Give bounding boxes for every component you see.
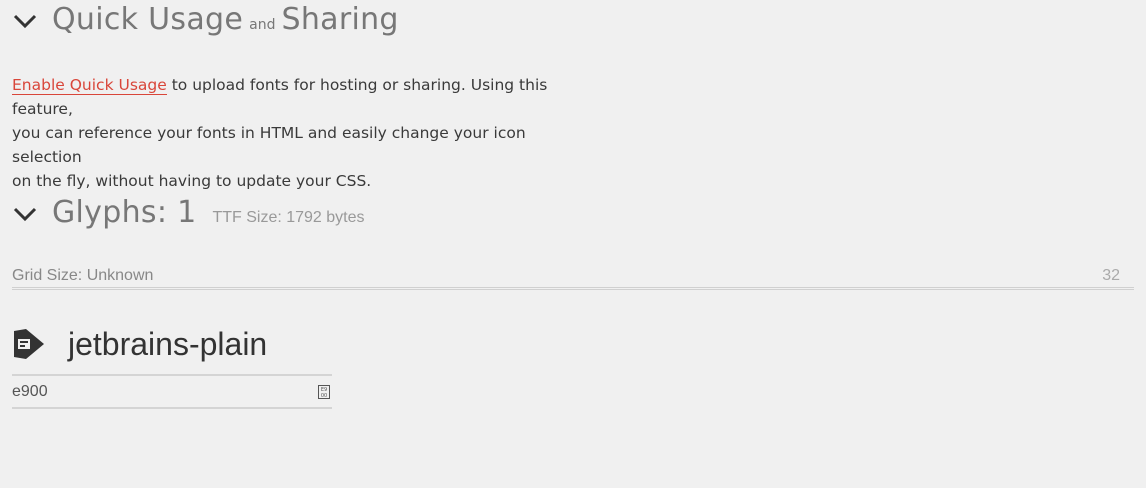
grid-size-value[interactable]: 32 <box>1102 267 1120 285</box>
description-line-2: you can reference your fonts in HTML and… <box>12 124 526 166</box>
glyph-name: jetbrains-plain <box>68 326 268 362</box>
glyph-code-row: E9 00 <box>12 374 332 409</box>
quick-usage-title: Quick Usage <box>52 2 244 37</box>
description-line-3: on the fly, without having to update you… <box>12 172 372 190</box>
glyphs-heading: Glyphs: 1 TTF Size: 1792 bytes <box>52 195 365 230</box>
quick-usage-and: and <box>249 17 276 33</box>
ttf-size: TTF Size: 1792 bytes <box>212 209 365 226</box>
quick-usage-description: Enable Quick Usage to upload fonts for h… <box>12 73 582 193</box>
grid-size-row: Grid Size: Unknown 32 <box>12 265 1134 290</box>
glyphs-collapse-chevron-icon[interactable] <box>12 206 38 222</box>
enable-quick-usage-link[interactable]: Enable Quick Usage <box>12 76 167 95</box>
glyphs-title: Glyphs: 1 <box>52 195 197 230</box>
glyph-code-input[interactable] <box>12 376 312 407</box>
collapse-chevron-icon[interactable] <box>12 13 38 29</box>
grid-size-label: Grid Size: Unknown <box>12 267 154 284</box>
sharing-title: Sharing <box>281 2 399 37</box>
jetbrains-glyph-icon <box>14 329 44 359</box>
unicode-ligature-toggle-icon[interactable]: E9 00 <box>318 385 330 399</box>
svg-text:00: 00 <box>321 393 327 399</box>
quick-usage-heading: Quick Usage and Sharing <box>52 2 399 37</box>
